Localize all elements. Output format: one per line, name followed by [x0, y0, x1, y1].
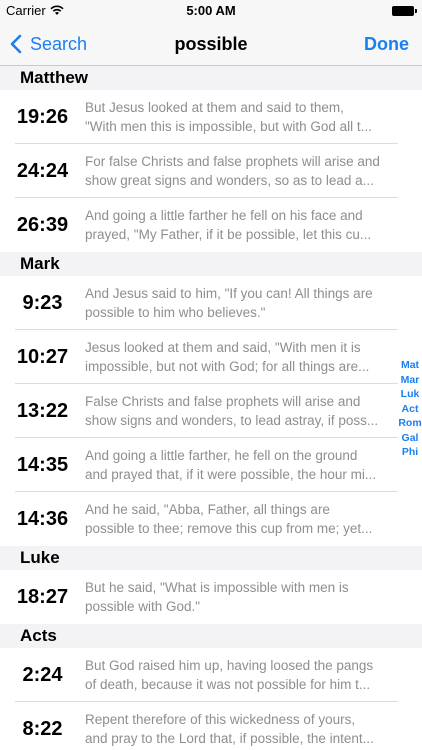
index-item-acts[interactable]: Act — [402, 402, 419, 417]
status-time: 5:00 AM — [186, 3, 236, 18]
verse-reference: 10:27 — [16, 346, 69, 368]
section-header-luke: Luke — [0, 546, 422, 570]
verse-row[interactable]: 14:36 And he said, "Abba, Father, all th… — [0, 492, 422, 546]
verse-snippet: But Jesus looked at them and said to the… — [85, 100, 372, 134]
index-item-galatians[interactable]: Gal — [402, 431, 419, 446]
verse-reference: 2:24 — [22, 664, 63, 686]
verse-snippet: Jesus looked at them and said, "With men… — [85, 340, 370, 374]
verse-snippet: But he said, "What is impossible with me… — [85, 580, 349, 614]
verse-snippet: False Christs and false prophets will ar… — [85, 394, 379, 428]
verse-row[interactable]: 10:27 Jesus looked at them and said, "Wi… — [0, 330, 422, 384]
verse-reference: 13:22 — [16, 400, 69, 422]
verse-snippet: Repent therefore of this wickedness of y… — [85, 712, 374, 746]
verse-row[interactable]: 19:26 But Jesus looked at them and said … — [0, 90, 422, 144]
verse-row[interactable]: 18:27 But he said, "What is impossible w… — [0, 570, 422, 624]
page-title: possible — [174, 34, 248, 54]
verse-reference: 24:24 — [16, 160, 69, 182]
verse-reference: 14:35 — [16, 454, 69, 476]
verse-snippet: And going a little farther, he fell on t… — [85, 448, 377, 482]
index-item-mark[interactable]: Mar — [401, 373, 420, 388]
verse-snippet: And he said, "Abba, Father, all things a… — [85, 502, 373, 536]
verse-snippet: And Jesus said to him, "If you can! All … — [85, 286, 373, 320]
verse-reference: 8:22 — [22, 718, 63, 740]
battery-icon — [392, 6, 417, 16]
navigation-bar: Search possible Done — [0, 22, 422, 66]
section-header-mark: Mark — [0, 252, 422, 276]
verse-reference: 18:27 — [16, 586, 69, 608]
verse-row[interactable]: 9:23 And Jesus said to him, "If you can!… — [0, 276, 422, 330]
verse-row[interactable]: 2:24 But God raised him up, having loose… — [0, 648, 422, 702]
verse-row[interactable]: 14:35 And going a little farther, he fel… — [0, 438, 422, 492]
section-header-acts: Acts — [0, 624, 422, 648]
verse-row[interactable]: 24:24 For false Christs and false prophe… — [0, 144, 422, 198]
verse-row[interactable]: 26:39 And going a little farther he fell… — [0, 198, 422, 252]
done-button[interactable]: Done — [364, 34, 409, 55]
index-item-luke[interactable]: Luk — [401, 387, 420, 402]
verse-snippet: For false Christs and false prophets wil… — [85, 154, 380, 188]
status-bar: Carrier 5:00 AM — [0, 0, 422, 22]
verse-reference: 19:26 — [16, 106, 69, 128]
verse-reference: 14:36 — [16, 508, 69, 530]
section-header-matthew: Matthew — [0, 66, 422, 90]
verse-reference: 9:23 — [22, 292, 63, 314]
index-item-matthew[interactable]: Mat — [401, 358, 419, 373]
search-results-list[interactable]: Matthew 19:26 But Jesus looked at them a… — [0, 66, 422, 750]
verse-snippet: And going a little farther he fell on hi… — [85, 208, 372, 242]
section-index[interactable]: Mat Mar Luk Act Rom Gal Phi — [398, 358, 422, 460]
index-item-philippians[interactable]: Phi — [402, 445, 418, 460]
verse-row[interactable]: 13:22 False Christs and false prophets w… — [0, 384, 422, 438]
verse-snippet: But God raised him up, having loosed the… — [85, 658, 374, 692]
index-item-romans[interactable]: Rom — [398, 416, 421, 431]
verse-row[interactable]: 8:22 Repent therefore of this wickedness… — [0, 702, 422, 750]
verse-reference: 26:39 — [16, 214, 69, 236]
